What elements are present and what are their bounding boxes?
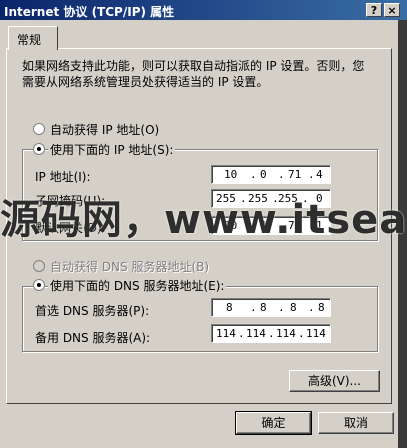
tab-general[interactable]: 常规 (8, 26, 58, 50)
alternate-dns-label: 备用 DNS 服务器(A): (35, 331, 151, 345)
cancel-button[interactable]: 取消 (318, 412, 394, 434)
dns-auto-label: 自动获得 DNS 服务器地址(B) (50, 260, 210, 274)
window-title: Internet 协议 (TCP/IP) 属性 (4, 5, 175, 19)
description-text: 如果网络支持此功能，则可以获取自动指派的 IP 设置。否则，您需要从网络系统管理… (22, 59, 365, 89)
close-button[interactable]: × (384, 3, 400, 17)
ip-address-label: IP 地址(I): (35, 170, 91, 184)
dns-manual-radio[interactable] (33, 279, 45, 291)
help-button[interactable]: ? (366, 3, 382, 17)
title-bar: Internet 协议 (TCP/IP) 属性 ? × (0, 0, 407, 20)
ip-address-input[interactable]: 10. 0. 71. 4 (211, 165, 331, 184)
preferred-dns-input[interactable]: 8. 8. 8. 8 (211, 298, 331, 317)
ok-button[interactable]: 确定 (235, 411, 312, 435)
watermark-text: 源码网，www.itsear.com (0, 198, 407, 242)
dns-auto-radio[interactable] (33, 260, 45, 272)
alternate-dns-input[interactable]: 114. 114. 114. 114 (211, 324, 331, 343)
ip-auto-label: 自动获得 IP 地址(O) (50, 123, 160, 137)
ip-manual-label: 使用下面的 IP 地址(S): (48, 141, 176, 158)
dns-manual-label: 使用下面的 DNS 服务器地址(E): (48, 277, 227, 294)
preferred-dns-label: 首选 DNS 服务器(P): (35, 304, 150, 318)
ip-manual-radio[interactable] (33, 143, 45, 155)
tab-label: 常规 (17, 33, 42, 47)
advanced-button[interactable]: 高级(V)... (289, 370, 380, 392)
ip-auto-radio[interactable] (33, 123, 45, 135)
